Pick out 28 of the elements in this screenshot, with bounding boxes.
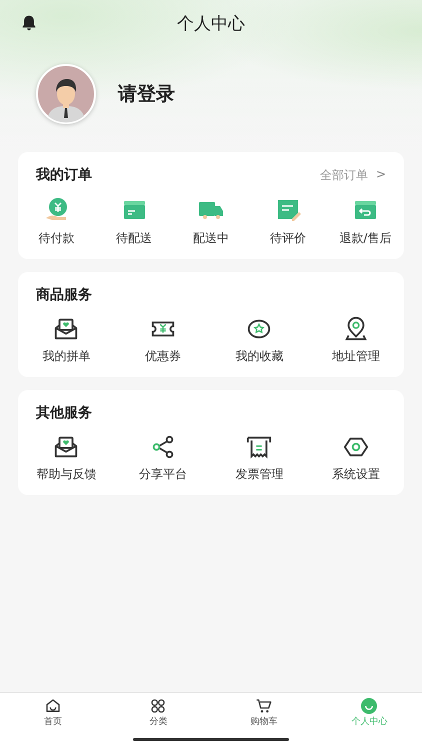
service-label[interactable]: 我的拼单 — [42, 348, 90, 365]
section-title: 商品服务 — [36, 286, 92, 304]
service-label[interactable]: 地址管理 — [332, 348, 380, 365]
order-status-label[interactable]: 待配送 — [116, 230, 152, 247]
service-label[interactable]: 优惠券 — [144, 348, 181, 365]
section-title: 我的订单 — [36, 166, 92, 184]
page-title: 个人中心 — [177, 12, 245, 34]
service-label[interactable]: 帮助与反馈 — [36, 466, 96, 483]
service-label[interactable]: 分享平台 — [138, 466, 187, 483]
envelope-heart-icon[interactable] — [53, 316, 80, 342]
receipt-icon[interactable] — [246, 434, 272, 460]
tab[interactable]: 分类 — [106, 698, 211, 728]
service-label[interactable]: 发票管理 — [235, 466, 284, 483]
envelope-heart-icon[interactable] — [53, 434, 80, 460]
order-status-label[interactable]: 配送中 — [192, 230, 229, 247]
login-prompt[interactable]: 请登录 — [118, 81, 175, 107]
order-status-label[interactable]: 待评价 — [270, 230, 306, 247]
service-label[interactable]: 系统设置 — [332, 466, 380, 483]
service-label[interactable]: 我的收藏 — [235, 348, 284, 365]
order-status-label[interactable]: 待付款 — [38, 230, 75, 247]
avatar-icon[interactable] — [36, 64, 96, 124]
tab[interactable]: 首页 — [0, 698, 106, 728]
section-title: 其他服务 — [36, 404, 92, 422]
bell-icon[interactable] — [20, 14, 38, 32]
all-orders-link[interactable]: 全部订单 > — [320, 166, 386, 184]
order-status-label[interactable]: 退款/售后 — [339, 230, 392, 247]
tab[interactable]: 购物车 — [211, 698, 316, 728]
location-pin-icon[interactable] — [342, 316, 369, 342]
